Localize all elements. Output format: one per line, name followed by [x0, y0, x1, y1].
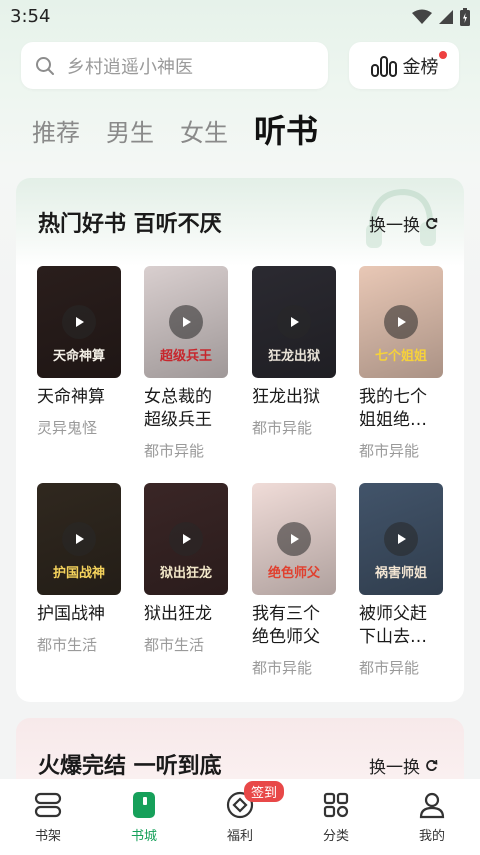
cover-title-art: 护国战神 [52, 566, 105, 581]
book-cover[interactable]: 护国战神 [37, 483, 121, 595]
refresh-button[interactable]: 换一换 [369, 753, 438, 778]
book-cover[interactable]: 天命神算 [37, 266, 121, 378]
book-title: 女总裁的超级兵王 [144, 387, 212, 430]
play-icon[interactable] [384, 522, 418, 556]
cover-title-art: 祸害师姐 [374, 566, 427, 581]
book-category: 都市异能 [359, 659, 420, 677]
cover-title-art: 超级兵王 [159, 349, 212, 364]
nav-label: 分类 [322, 829, 349, 844]
tab-male[interactable]: 男生 [106, 112, 154, 154]
nav-label: 书架 [34, 829, 61, 844]
cover-title-art: 绝色师父 [267, 566, 320, 581]
book-category: 都市生活 [37, 636, 98, 654]
status-time: 3:54 [10, 6, 51, 27]
nav-welfare[interactable]: 福利 签到 [192, 779, 288, 855]
refresh-label: 换一换 [369, 758, 420, 778]
battery-icon [460, 8, 470, 26]
book-category: 灵异鬼怪 [37, 419, 98, 437]
book-cover[interactable]: 祸害师姐 [359, 483, 443, 595]
category-tabs: 推荐 男生 女生 听书 [32, 108, 344, 154]
refresh-label: 换一换 [369, 216, 420, 236]
book-category: 都市异能 [144, 442, 205, 460]
bookshelf-icon [34, 792, 62, 818]
tab-recommend[interactable]: 推荐 [32, 112, 80, 154]
cover-title-art: 狂龙出狱 [267, 349, 320, 364]
book-title: 天命神算 [37, 387, 105, 407]
book-cover[interactable]: 狂龙出狱 [252, 266, 336, 378]
play-icon[interactable] [62, 305, 96, 339]
cover-title-art: 七个姐姐 [374, 349, 427, 364]
book-category: 都市异能 [252, 419, 313, 437]
book-item[interactable]: 超级兵王女总裁的超级兵王都市异能 [144, 266, 228, 461]
book-title: 护国战神 [37, 604, 105, 624]
search-icon [36, 56, 54, 75]
book-item[interactable]: 绝色师父我有三个绝色师父都市异能 [252, 483, 336, 678]
play-icon[interactable] [62, 522, 96, 556]
checkin-badge: 签到 [244, 781, 285, 802]
book-title: 我的七个姐姐绝… [359, 387, 427, 430]
status-bar: 3:54 [0, 0, 480, 34]
book-cover[interactable]: 狱出狂龙 [144, 483, 228, 595]
nav-label: 我的 [418, 829, 445, 844]
wifi-icon [412, 9, 432, 24]
rank-label: 金榜 [402, 56, 439, 78]
book-cover[interactable]: 绝色师父 [252, 483, 336, 595]
profile-icon [419, 792, 445, 819]
status-icons [412, 8, 470, 26]
book-category: 都市异能 [252, 659, 313, 677]
book-item[interactable]: 七个姐姐我的七个姐姐绝… 都市异能 [359, 266, 443, 461]
nav-label: 福利 [226, 829, 253, 844]
refresh-icon [426, 759, 438, 771]
section-title: 热门好书 百听不厌 [38, 212, 222, 237]
book-title: 狱出狂龙 [144, 604, 212, 624]
refresh-icon [426, 217, 438, 229]
play-icon[interactable] [169, 305, 203, 339]
nav-category[interactable]: 分类 [288, 779, 384, 855]
play-icon[interactable] [384, 305, 418, 339]
nav-bookshelf[interactable]: 书架 [0, 779, 96, 855]
book-item[interactable]: 狂龙出狱 狂龙出狱 都市异能 [252, 266, 336, 438]
tab-female[interactable]: 女生 [180, 112, 228, 154]
tab-audiobook[interactable]: 听书 [254, 108, 318, 154]
book-cover[interactable]: 七个姐姐 [359, 266, 443, 378]
notification-dot [439, 51, 447, 59]
bottom-navigation: 书架 书城 福利 签到 分类 我的 [0, 779, 480, 855]
nav-label: 书城 [130, 829, 157, 844]
play-icon[interactable] [277, 305, 311, 339]
category-icon [323, 792, 349, 818]
nav-bookstore[interactable]: 书城 [96, 779, 192, 855]
gold-rank-button[interactable]: 金榜 [349, 42, 459, 89]
cover-title-art: 天命神算 [52, 349, 105, 364]
search-box[interactable]: 乡村逍遥小神医 [21, 42, 328, 89]
book-item[interactable]: 祸害师姐被师父赶下山去… 都市异能 [359, 483, 443, 678]
cover-title-art: 狱出狂龙 [159, 566, 212, 581]
signal-icon [439, 10, 453, 24]
play-icon[interactable] [169, 522, 203, 556]
book-category: 都市异能 [359, 442, 420, 460]
book-title: 狂龙出狱 [252, 387, 320, 407]
book-category: 都市生活 [144, 636, 205, 654]
rank-chart-icon [370, 55, 397, 77]
play-icon[interactable] [277, 522, 311, 556]
bookstore-icon [133, 792, 155, 818]
search-input[interactable]: 乡村逍遥小神医 [67, 53, 193, 79]
section-title: 火爆完结 一听到底 [38, 754, 222, 779]
book-item[interactable]: 天命神算 天命神算 灵异鬼怪 [37, 266, 121, 438]
hot-books-card: 热门好书 百听不厌 换一换 天命神算 天命神算 灵异鬼怪 超级兵王 女总裁的超级兵王 都市… [16, 178, 464, 702]
book-title: 我有三个绝色师父 [252, 604, 320, 647]
book-cover[interactable]: 超级兵王 [144, 266, 228, 378]
book-item[interactable]: 护国战神 护国战神 都市生活 [37, 483, 121, 655]
refresh-button[interactable]: 换一换 [369, 211, 438, 236]
nav-profile[interactable]: 我的 [384, 779, 480, 855]
book-item[interactable]: 狱出狂龙 狱出狂龙 都市生活 [144, 483, 228, 655]
book-title: 被师父赶下山去… [359, 604, 427, 647]
